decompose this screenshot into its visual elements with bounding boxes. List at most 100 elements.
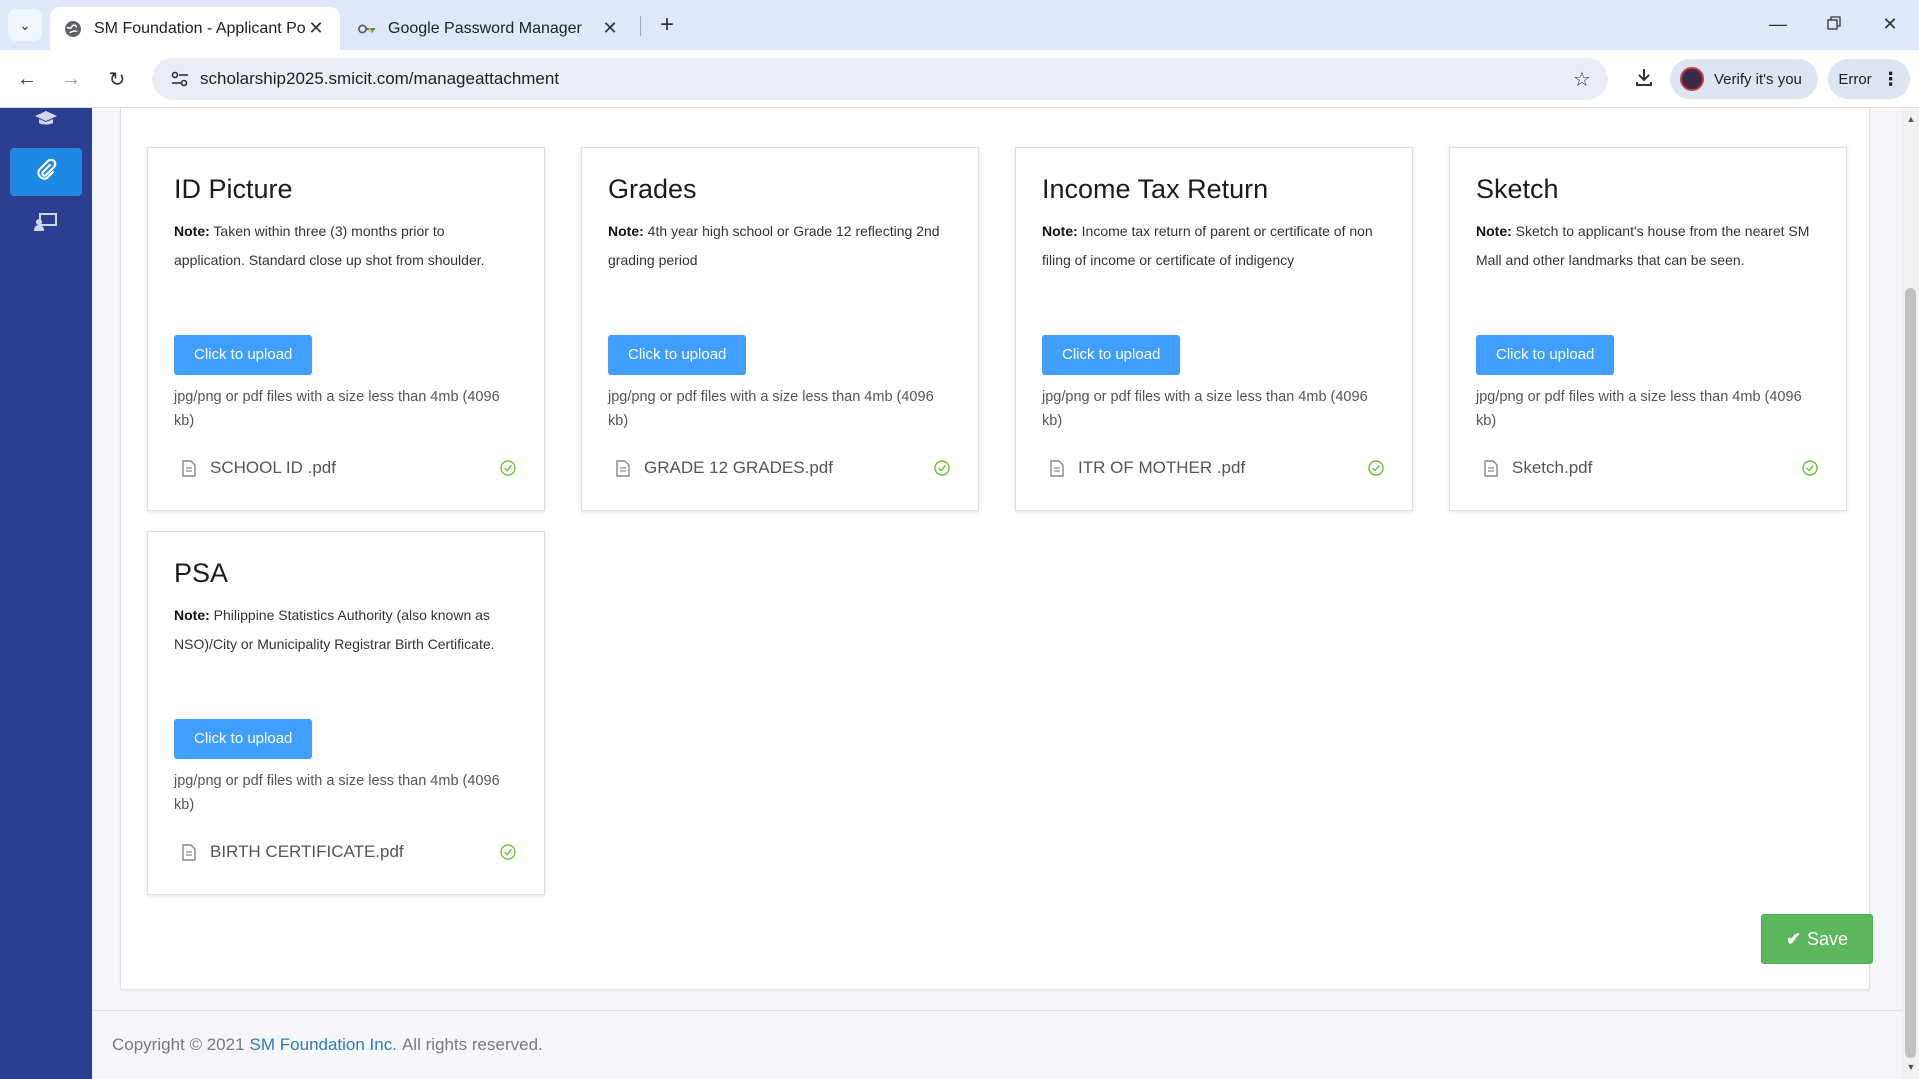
note-label: Note: xyxy=(1476,223,1512,239)
upload-button[interactable]: Click to upload xyxy=(1476,335,1615,375)
new-tab-button[interactable]: + xyxy=(652,10,682,40)
note-label: Note: xyxy=(1042,223,1078,239)
reload-icon: ↻ xyxy=(108,68,126,91)
uploaded-file[interactable]: ITR OF MOTHER .pdf xyxy=(1046,454,1386,482)
note-label: Note: xyxy=(608,223,644,239)
upload-button[interactable]: Click to upload xyxy=(1042,335,1181,375)
arrow-right-icon: → xyxy=(61,67,81,90)
note-text: Philippine Statistics Authority (also kn… xyxy=(174,607,495,652)
card-title: Income Tax Return xyxy=(1042,174,1269,204)
close-window-button[interactable]: ✕ xyxy=(1868,8,1912,40)
minimize-icon: — xyxy=(1769,13,1787,34)
file-name: BIRTH CERTIFICATE.pdf xyxy=(210,842,404,861)
more-vert-icon: ⋮ xyxy=(1881,68,1900,89)
minimize-button[interactable]: — xyxy=(1756,8,1800,40)
chalkboard-user-icon xyxy=(34,212,58,237)
upload-hint: jpg/png or pdf files with a size less th… xyxy=(1042,389,1368,429)
browser-tab-bar: ⌄ SM Foundation - Applicant Port ✕ Googl… xyxy=(0,0,1919,50)
main-content: ID Picture Note: Taken within three (3) … xyxy=(92,108,1902,1079)
check-circle-icon xyxy=(1800,460,1820,476)
file-name: ITR OF MOTHER .pdf xyxy=(1078,458,1246,477)
note-text: Sketch to applicant's house from the nea… xyxy=(1476,223,1810,268)
avatar xyxy=(1680,67,1704,91)
foundation-link[interactable]: SM Foundation Inc. xyxy=(250,1035,397,1055)
scroll-down-arrow-icon[interactable]: ▼ xyxy=(1906,1062,1916,1072)
attachment-card-sketch: Sketch Note: Sketch to applicant's house… xyxy=(1449,147,1847,511)
attachments-panel: ID Picture Note: Taken within three (3) … xyxy=(120,108,1873,990)
check-icon: ✔ xyxy=(1785,928,1802,949)
document-icon xyxy=(178,459,200,477)
card-note: Note: Taken within three (3) months prio… xyxy=(174,217,518,333)
document-icon xyxy=(178,843,200,861)
save-label: Save xyxy=(1807,928,1849,949)
file-name: Sketch.pdf xyxy=(1512,458,1593,477)
page-scrollbar[interactable]: ▲ ▼ xyxy=(1902,108,1919,1079)
graduation-cap-icon xyxy=(34,109,58,132)
scroll-up-arrow-icon[interactable]: ▲ xyxy=(1906,114,1916,124)
check-circle-icon xyxy=(498,460,518,476)
close-tab-icon[interactable]: ✕ xyxy=(600,18,620,39)
verify-label: Verify it's you xyxy=(1714,70,1802,88)
note-text: Income tax return of parent or certifica… xyxy=(1042,223,1373,268)
note-label: Note: xyxy=(174,223,210,239)
upload-button[interactable]: Click to upload xyxy=(608,335,747,375)
attachment-card-psa: PSA Note: Philippine Statistics Authorit… xyxy=(147,531,545,895)
verify-profile-button[interactable]: Verify it's you xyxy=(1670,59,1818,99)
close-icon: ✕ xyxy=(1882,13,1898,34)
tab-search-button[interactable]: ⌄ xyxy=(8,9,42,41)
upload-hint: jpg/png or pdf files with a size less th… xyxy=(608,389,934,429)
back-button[interactable]: ← xyxy=(12,64,42,94)
upload-button[interactable]: Click to upload xyxy=(174,719,313,759)
attachment-card-id-picture: ID Picture Note: Taken within three (3) … xyxy=(147,147,545,511)
reload-button[interactable]: ↻ xyxy=(102,64,132,94)
uploaded-file[interactable]: BIRTH CERTIFICATE.pdf xyxy=(178,838,518,866)
file-name: SCHOOL ID .pdf xyxy=(210,458,336,477)
star-icon[interactable]: ☆ xyxy=(1562,67,1602,92)
upload-button[interactable]: Click to upload xyxy=(174,335,313,375)
browser-tab-applicant-portal[interactable]: SM Foundation - Applicant Port ✕ xyxy=(50,7,340,50)
address-bar[interactable]: scholarship2025.smicit.com/manageattachm… xyxy=(152,58,1608,100)
browser-toolbar: ← → ↻ scholarship2025.smicit.com/managea… xyxy=(0,50,1919,108)
paperclip-icon xyxy=(35,158,57,186)
key-icon xyxy=(358,20,376,38)
card-note: Note: 4th year high school or Grade 12 r… xyxy=(608,217,952,333)
tab-separator xyxy=(640,16,641,36)
document-icon xyxy=(1480,459,1502,477)
card-note: Note: Sketch to applicant's house from t… xyxy=(1476,217,1820,333)
browser-tab-password-manager[interactable]: Google Password Manager ✕ xyxy=(344,7,634,50)
document-icon xyxy=(1046,459,1068,477)
attachment-card-income-tax-return: Income Tax Return Note: Income tax retur… xyxy=(1015,147,1413,511)
check-circle-icon xyxy=(932,460,952,476)
note-text: 4th year high school or Grade 12 reflect… xyxy=(608,223,940,268)
close-tab-icon[interactable]: ✕ xyxy=(306,18,326,39)
arrow-left-icon: ← xyxy=(17,67,37,90)
upload-hint: jpg/png or pdf files with a size less th… xyxy=(1476,389,1802,429)
save-button[interactable]: ✔ Save xyxy=(1761,914,1873,964)
url-text[interactable]: scholarship2025.smicit.com/manageattachm… xyxy=(200,69,1562,89)
site-info-icon[interactable] xyxy=(160,71,200,87)
uploaded-file[interactable]: Sketch.pdf xyxy=(1480,454,1820,482)
restore-button[interactable] xyxy=(1812,8,1856,40)
error-menu-button[interactable]: Error ⋮ xyxy=(1828,59,1910,99)
uploaded-file[interactable]: GRADE 12 GRADES.pdf xyxy=(612,454,952,482)
sidebar-item-attachments[interactable] xyxy=(10,148,82,196)
forward-button[interactable]: → xyxy=(56,64,86,94)
sidebar-item-education[interactable] xyxy=(10,102,82,138)
card-title: Grades xyxy=(608,174,697,204)
scroll-thumb[interactable] xyxy=(1905,288,1916,1058)
card-note: Note: Income tax return of parent or cer… xyxy=(1042,217,1386,333)
plus-icon: + xyxy=(659,11,674,38)
globe-icon xyxy=(64,20,82,38)
error-label: Error xyxy=(1838,70,1872,88)
note-label: Note: xyxy=(174,607,210,623)
check-circle-icon xyxy=(498,844,518,860)
check-circle-icon xyxy=(1366,460,1386,476)
page-footer: Copyright © 2021 SM Foundation Inc. All … xyxy=(92,1010,1902,1079)
sidebar-item-instructor[interactable] xyxy=(10,200,82,248)
attachment-card-grades: Grades Note: 4th year high school or Gra… xyxy=(581,147,979,511)
uploaded-file[interactable]: SCHOOL ID .pdf xyxy=(178,454,518,482)
download-button[interactable] xyxy=(1628,62,1660,96)
card-title: Sketch xyxy=(1476,174,1559,204)
upload-hint: jpg/png or pdf files with a size less th… xyxy=(174,389,500,429)
note-text: Taken within three (3) months prior to a… xyxy=(174,223,485,268)
